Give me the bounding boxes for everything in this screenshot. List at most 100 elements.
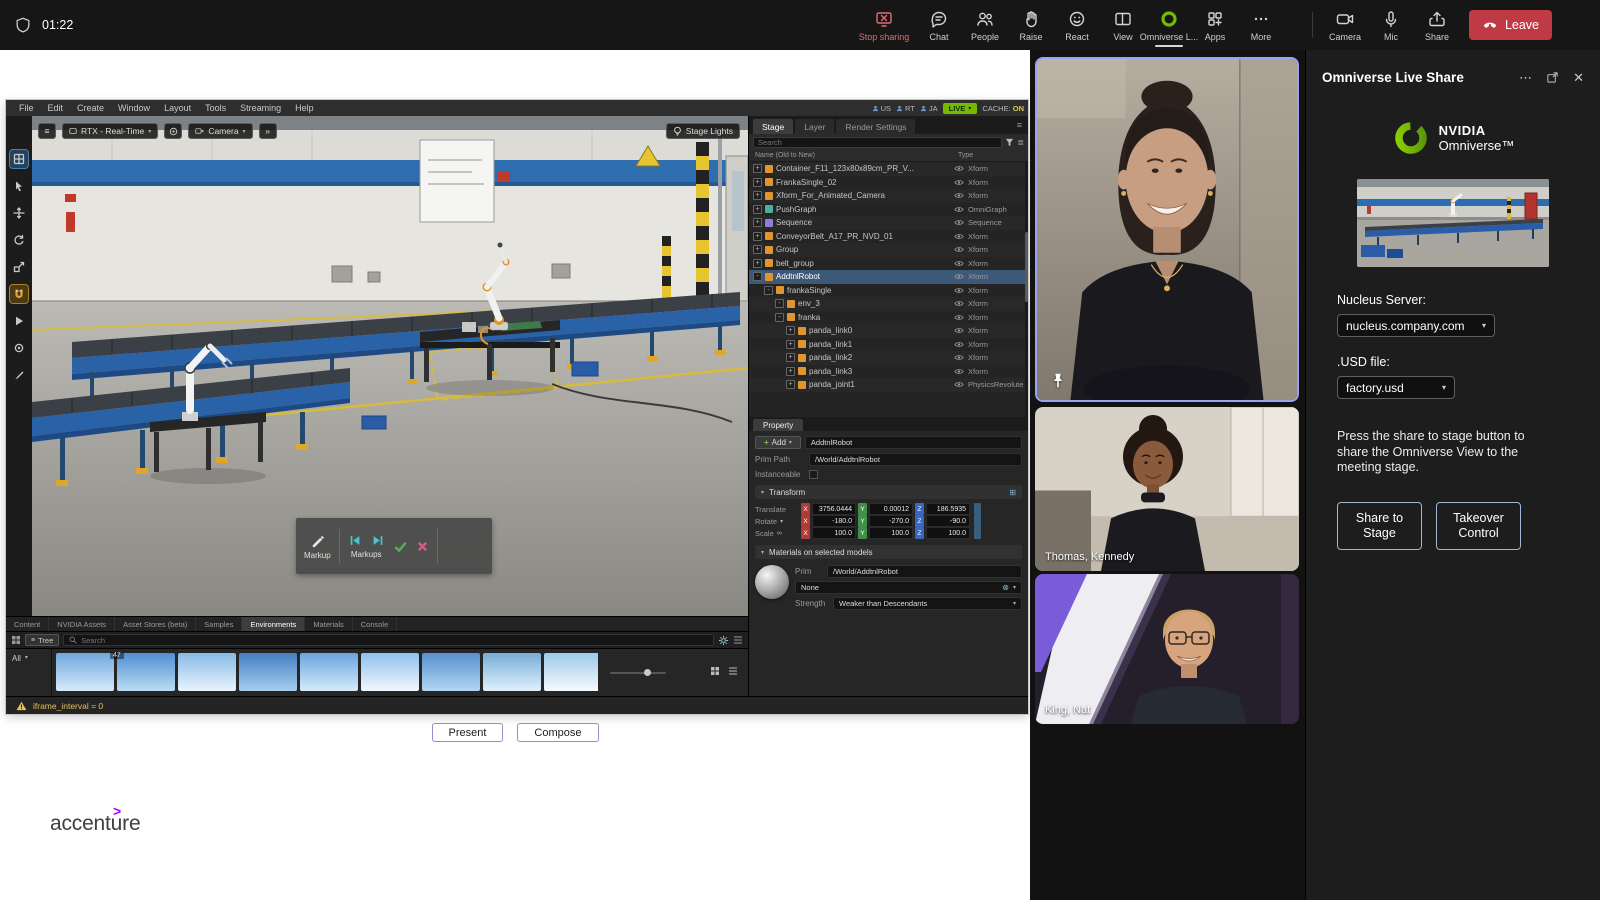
rotate-y-field[interactable]: -270.0 <box>869 515 913 527</box>
stage-tree-row[interactable]: + belt_group Xform <box>749 257 1028 271</box>
environment-thumbnail[interactable] <box>544 653 598 691</box>
viewport-mode-icon[interactable] <box>10 150 28 168</box>
stage-tree-row[interactable]: + Container_F11_123x80x89cm_PR_V... Xfor… <box>749 162 1028 176</box>
video-tile-pinned[interactable] <box>1035 57 1299 402</box>
browser-tab-samples[interactable]: Samples <box>196 617 242 631</box>
browser-tab-asset-stores-beta-[interactable]: Asset Stores (beta) <box>115 617 196 631</box>
visibility-eye-icon[interactable] <box>952 165 965 172</box>
stage-tree-row[interactable]: + panda_link3 Xform <box>749 365 1028 379</box>
expand-toggle-icon[interactable]: - <box>775 313 784 322</box>
expand-toolbar-icon[interactable]: » <box>259 123 277 139</box>
more-options-icon[interactable]: ⋯ <box>1519 71 1532 84</box>
grid-view-icon[interactable] <box>11 635 21 645</box>
environment-thumbnail[interactable] <box>239 653 297 691</box>
snap-tool-icon[interactable] <box>10 285 28 303</box>
expand-toggle-icon[interactable]: - <box>775 299 784 308</box>
stage-tree-row[interactable]: + Sequence Sequence <box>749 216 1028 230</box>
translate-y-field[interactable]: 0.00012 <box>869 503 913 515</box>
tab-stage[interactable]: Stage <box>753 119 793 134</box>
materials-section-header[interactable]: ▾Materials on selected models <box>755 545 1022 559</box>
scale-x-field[interactable]: 100.0 <box>812 527 856 539</box>
material-prim-field[interactable]: /World/AddtnlRobot <box>827 565 1022 578</box>
stage-tree-row[interactable]: + panda_link1 Xform <box>749 338 1028 352</box>
stage-tree-row[interactable]: + panda_joint1 PhysicsRevolute <box>749 378 1028 392</box>
environment-thumbnail[interactable] <box>361 653 419 691</box>
expand-toggle-icon[interactable]: + <box>786 353 795 362</box>
detail-view-icon[interactable] <box>728 666 738 676</box>
menu-help[interactable]: Help <box>288 103 321 113</box>
visibility-eye-icon[interactable] <box>952 314 965 321</box>
reject-markup-icon[interactable] <box>416 540 429 553</box>
expand-toggle-icon[interactable]: + <box>753 178 762 187</box>
device-share[interactable]: Share <box>1414 0 1460 50</box>
environment-thumbnail[interactable] <box>117 653 175 691</box>
toolbar-item-people[interactable]: People <box>962 0 1008 50</box>
present-button[interactable]: Present <box>432 723 504 742</box>
rotate-z-field[interactable]: -90.0 <box>926 515 970 527</box>
stage-tree-row[interactable]: - franka Xform <box>749 311 1028 325</box>
renderer-dropdown[interactable]: RTX - Real-Time▾ <box>62 123 158 139</box>
camera-icon-button[interactable] <box>164 123 182 139</box>
visibility-eye-icon[interactable] <box>952 341 965 348</box>
thumbnail-size-slider[interactable] <box>610 672 666 674</box>
toolbar-item-react[interactable]: React <box>1054 0 1100 50</box>
filter-funnel-icon[interactable] <box>1005 138 1014 147</box>
toolbar-item-apps[interactable]: Apps <box>1192 0 1238 50</box>
expand-toggle-icon[interactable]: + <box>753 164 762 173</box>
type-column-header[interactable]: Type <box>958 152 1022 159</box>
translate-x-field[interactable]: 3756.0444 <box>812 503 856 515</box>
toolbar-item-omniverse[interactable]: Omniverse L... <box>1146 0 1192 50</box>
expand-toggle-icon[interactable]: + <box>753 232 762 241</box>
transform-options-icon[interactable]: ⊞ <box>1009 488 1016 497</box>
environment-thumbnail[interactable] <box>300 653 358 691</box>
toolbar-item-stop-sharing[interactable]: Stop sharing <box>852 0 916 50</box>
select-tool-icon[interactable] <box>10 177 28 195</box>
visibility-eye-icon[interactable] <box>952 381 965 388</box>
viewport-menu-icon[interactable]: ≡ <box>38 123 56 139</box>
stage-tree-row[interactable]: - AddtnlRobot Xform <box>749 270 1028 284</box>
stage-tree-row[interactable]: + FrankaSingle_02 Xform <box>749 176 1028 190</box>
browser-tab-content[interactable]: Content <box>6 617 49 631</box>
scale-y-field[interactable]: 100.0 <box>869 527 913 539</box>
material-dropdown[interactable]: None ⊗▾ <box>795 581 1022 594</box>
expand-toggle-icon[interactable]: + <box>786 367 795 376</box>
approve-markup-icon[interactable] <box>393 540 408 553</box>
menu-layout[interactable]: Layout <box>157 103 198 113</box>
name-column-header[interactable]: Name (Old to New) <box>755 152 815 159</box>
share-to-stage-button[interactable]: Share to Stage <box>1337 502 1422 550</box>
popout-icon[interactable] <box>1546 71 1559 84</box>
list-view-icon[interactable] <box>733 635 743 645</box>
reset-value-button[interactable] <box>974 503 981 515</box>
leave-button[interactable]: Leave <box>1469 10 1552 40</box>
translate-z-field[interactable]: 186.5935 <box>926 503 970 515</box>
visibility-eye-icon[interactable] <box>952 192 965 199</box>
camera-dropdown[interactable]: Camera▾ <box>188 123 252 139</box>
visibility-eye-icon[interactable] <box>952 354 965 361</box>
stage-tree-row[interactable]: - env_3 Xform <box>749 297 1028 311</box>
tab-property[interactable]: Property <box>753 419 803 431</box>
toolbar-item-raise[interactable]: Raise <box>1008 0 1054 50</box>
toolbar-item-view[interactable]: View <box>1100 0 1146 50</box>
scale-z-field[interactable]: 100.0 <box>926 527 970 539</box>
column-options-icon[interactable]: ≣ <box>1017 138 1024 147</box>
move-tool-icon[interactable] <box>10 204 28 222</box>
menu-streaming[interactable]: Streaming <box>233 103 288 113</box>
browser-tab-environments[interactable]: Environments <box>242 617 305 631</box>
content-search-input[interactable]: Search <box>63 634 714 646</box>
menu-window[interactable]: Window <box>111 103 157 113</box>
viewport[interactable]: ≡ RTX - Real-Time▾ Camera▾ <box>6 116 748 616</box>
slider-knob[interactable] <box>644 669 651 676</box>
visibility-eye-icon[interactable] <box>952 300 965 307</box>
next-markup-icon[interactable] <box>371 534 385 547</box>
locale-badge-rt[interactable]: RT <box>896 104 915 113</box>
reset-value-button[interactable] <box>974 527 981 539</box>
visibility-eye-icon[interactable] <box>952 206 965 213</box>
stage-search-input[interactable]: Search <box>753 137 1002 148</box>
visibility-eye-icon[interactable] <box>952 273 965 280</box>
prim-name-field[interactable]: AddtnlRobot <box>805 436 1022 449</box>
rotate-x-field[interactable]: -180.0 <box>812 515 856 527</box>
visibility-eye-icon[interactable] <box>952 179 965 186</box>
panel-options-icon[interactable]: ≡ <box>1017 120 1022 130</box>
stage-tree-row[interactable]: + ConveyorBelt_A17_PR_NVD_01 Xform <box>749 230 1028 244</box>
expand-toggle-icon[interactable]: + <box>753 259 762 268</box>
